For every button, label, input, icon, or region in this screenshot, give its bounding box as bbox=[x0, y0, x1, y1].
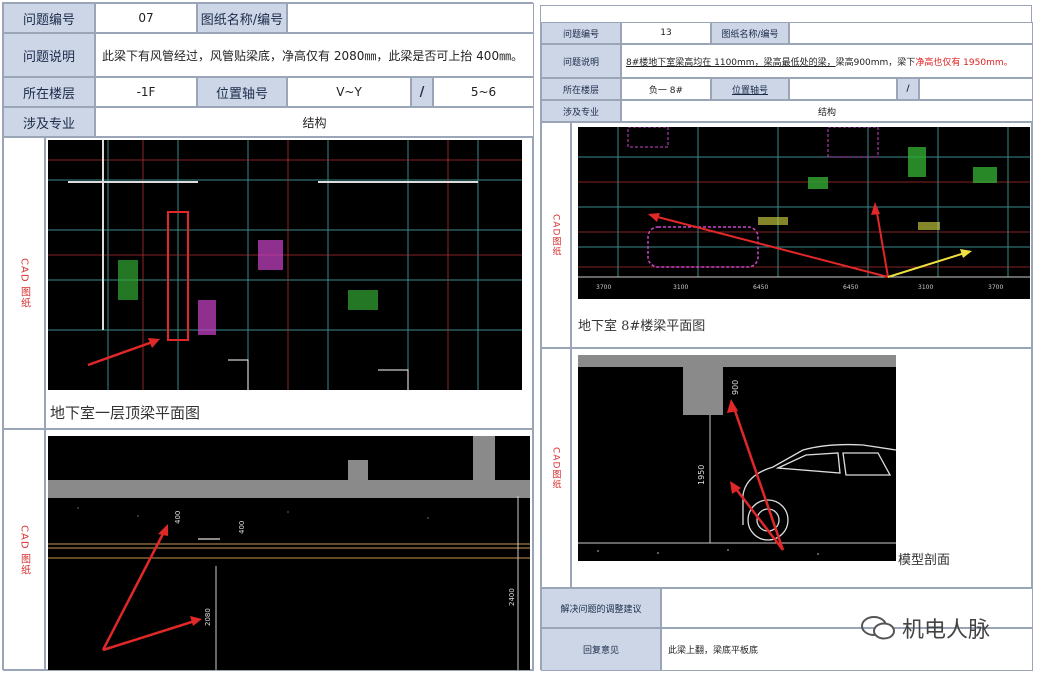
dim-400-b: 400 bbox=[238, 521, 246, 534]
cad-section-drawing: 400 400 2080 2400 bbox=[48, 436, 530, 670]
r-cad-floor-plan-drawing: 3700 3100 6450 6450 3100 3700 bbox=[578, 127, 1030, 291]
cad-cell-1: 地下室一层顶梁平面图 bbox=[45, 137, 534, 429]
r-cad-label-2: CAD图纸 bbox=[550, 446, 561, 490]
floor-label: 所在楼层 bbox=[3, 77, 95, 107]
r-dim-1: 3700 bbox=[596, 284, 611, 291]
r-cad-section-image: 900 1950 bbox=[578, 355, 896, 561]
r-desc-part-3: 梁高900mm，梁下 bbox=[835, 57, 916, 68]
r-cad-cell-1: 3700 3100 6450 6450 3100 3700 地下室 8#楼梁平面… bbox=[571, 122, 1033, 348]
cad-floor-plan-image bbox=[48, 140, 522, 390]
cad-section-image: 400 400 2080 2400 bbox=[48, 436, 530, 670]
issue-desc-label: 问题说明 bbox=[3, 33, 95, 77]
watermark-text: 机电人脉 bbox=[902, 618, 991, 643]
r-dim-3: 6450 bbox=[753, 284, 768, 291]
r-issue-desc-value: 8#楼地下室梁高均在 1100mm， 梁高最低处的梁， 梁高900mm，梁下 净高也仅… bbox=[621, 44, 1033, 78]
r-axis-label: 位置轴号 bbox=[711, 78, 789, 100]
car-outline-icon bbox=[742, 443, 896, 541]
r-axis-value-b bbox=[919, 78, 1033, 100]
r-cad-section-drawing: 900 1950 bbox=[578, 355, 896, 555]
left-issue-sheet: 问题编号 07 图纸名称/编号 问题说明 此梁下有风管经过，风管贴梁底，净高仅有… bbox=[2, 2, 534, 671]
r-reply-label: 回复意见 bbox=[541, 628, 661, 671]
axis-label: 位置轴号 bbox=[197, 77, 287, 107]
r-issue-desc-label: 问题说明 bbox=[541, 44, 621, 78]
r-dim-1950: 1950 bbox=[697, 465, 706, 485]
r-cad-label-1: CAD图纸 bbox=[550, 213, 561, 257]
r-dim-6: 3700 bbox=[988, 284, 1003, 291]
cad-label-2: CAD 图纸 bbox=[18, 524, 30, 576]
discipline-label: 涉及专业 bbox=[3, 107, 95, 137]
dim-2400: 2400 bbox=[508, 588, 516, 606]
dim-400-a: 400 bbox=[174, 511, 182, 524]
issue-desc-value: 此梁下有风管经过，风管贴梁底，净高仅有 2080㎜，此梁是否可上抬 400㎜。 bbox=[95, 33, 534, 77]
r-discipline-value: 结构 bbox=[621, 100, 1033, 122]
r-drawing-name-value bbox=[789, 22, 1033, 44]
r-cad-label-cell-1: CAD图纸 bbox=[541, 122, 571, 348]
axis-value-a: V~Y bbox=[287, 77, 411, 107]
r-cad-floor-plan-image: 3700 3100 6450 6450 3100 3700 bbox=[578, 127, 1030, 299]
r-cad-label-cell-2: CAD图纸 bbox=[541, 348, 571, 588]
r-axis-separator: / bbox=[897, 78, 919, 100]
cad-label-1: CAD 图纸 bbox=[18, 257, 30, 309]
cad-floor-plan-drawing bbox=[48, 140, 522, 390]
watermark: 机电人脉 bbox=[860, 612, 990, 644]
cad-label-cell-2: CAD 图纸 bbox=[3, 429, 45, 671]
r-floor-value: 负一 8# bbox=[621, 78, 711, 100]
drawing-name-label: 图纸名称/编号 bbox=[197, 3, 287, 33]
r-dim-2: 3100 bbox=[673, 284, 688, 291]
r-cad-caption-1: 地下室 8#楼梁平面图 bbox=[578, 319, 706, 334]
r-suggestion-label: 解决问题的调整建议 bbox=[541, 588, 661, 628]
r-cad-cell-2: 900 1950 模型剖面 bbox=[571, 348, 1033, 588]
r-desc-part-4: 净高也仅有 1950mm。 bbox=[915, 57, 1013, 68]
r-dim-4: 6450 bbox=[843, 284, 858, 291]
cad-caption-1: 地下室一层顶梁平面图 bbox=[50, 404, 201, 422]
r-discipline-label: 涉及专业 bbox=[541, 100, 621, 122]
issue-no-label: 问题编号 bbox=[3, 3, 95, 33]
r-issue-no-label: 问题编号 bbox=[541, 22, 621, 44]
r-dim-900: 900 bbox=[731, 380, 740, 395]
issue-no-value: 07 bbox=[95, 3, 197, 33]
drawing-name-value bbox=[287, 3, 534, 33]
cad-label-cell-1: CAD 图纸 bbox=[3, 137, 45, 429]
r-dim-5: 3100 bbox=[918, 284, 933, 291]
r-drawing-name-label: 图纸名称/编号 bbox=[711, 22, 789, 44]
right-issue-sheet: 问题编号 13 图纸名称/编号 问题说明 8#楼地下室梁高均在 1100mm，梁… bbox=[540, 5, 1033, 671]
wechat-icon bbox=[861, 616, 895, 640]
r-desc-part-2: 梁高最低处的梁， bbox=[763, 57, 836, 68]
axis-value-b: 5~6 bbox=[433, 77, 534, 107]
r-floor-label: 所在楼层 bbox=[541, 78, 621, 100]
r-desc-part-1: 8#楼地下室梁高均在 1100mm， bbox=[626, 57, 764, 68]
dim-2080: 2080 bbox=[204, 608, 212, 626]
floor-value: -1F bbox=[95, 77, 197, 107]
cad-cell-2: 400 400 2080 2400 bbox=[45, 429, 534, 671]
r-cad-caption-2: 模型剖面 bbox=[898, 553, 951, 568]
r-axis-value-a bbox=[789, 78, 897, 100]
discipline-value: 结构 bbox=[95, 107, 534, 137]
axis-separator: / bbox=[411, 77, 433, 107]
r-issue-no-value: 13 bbox=[621, 22, 711, 44]
